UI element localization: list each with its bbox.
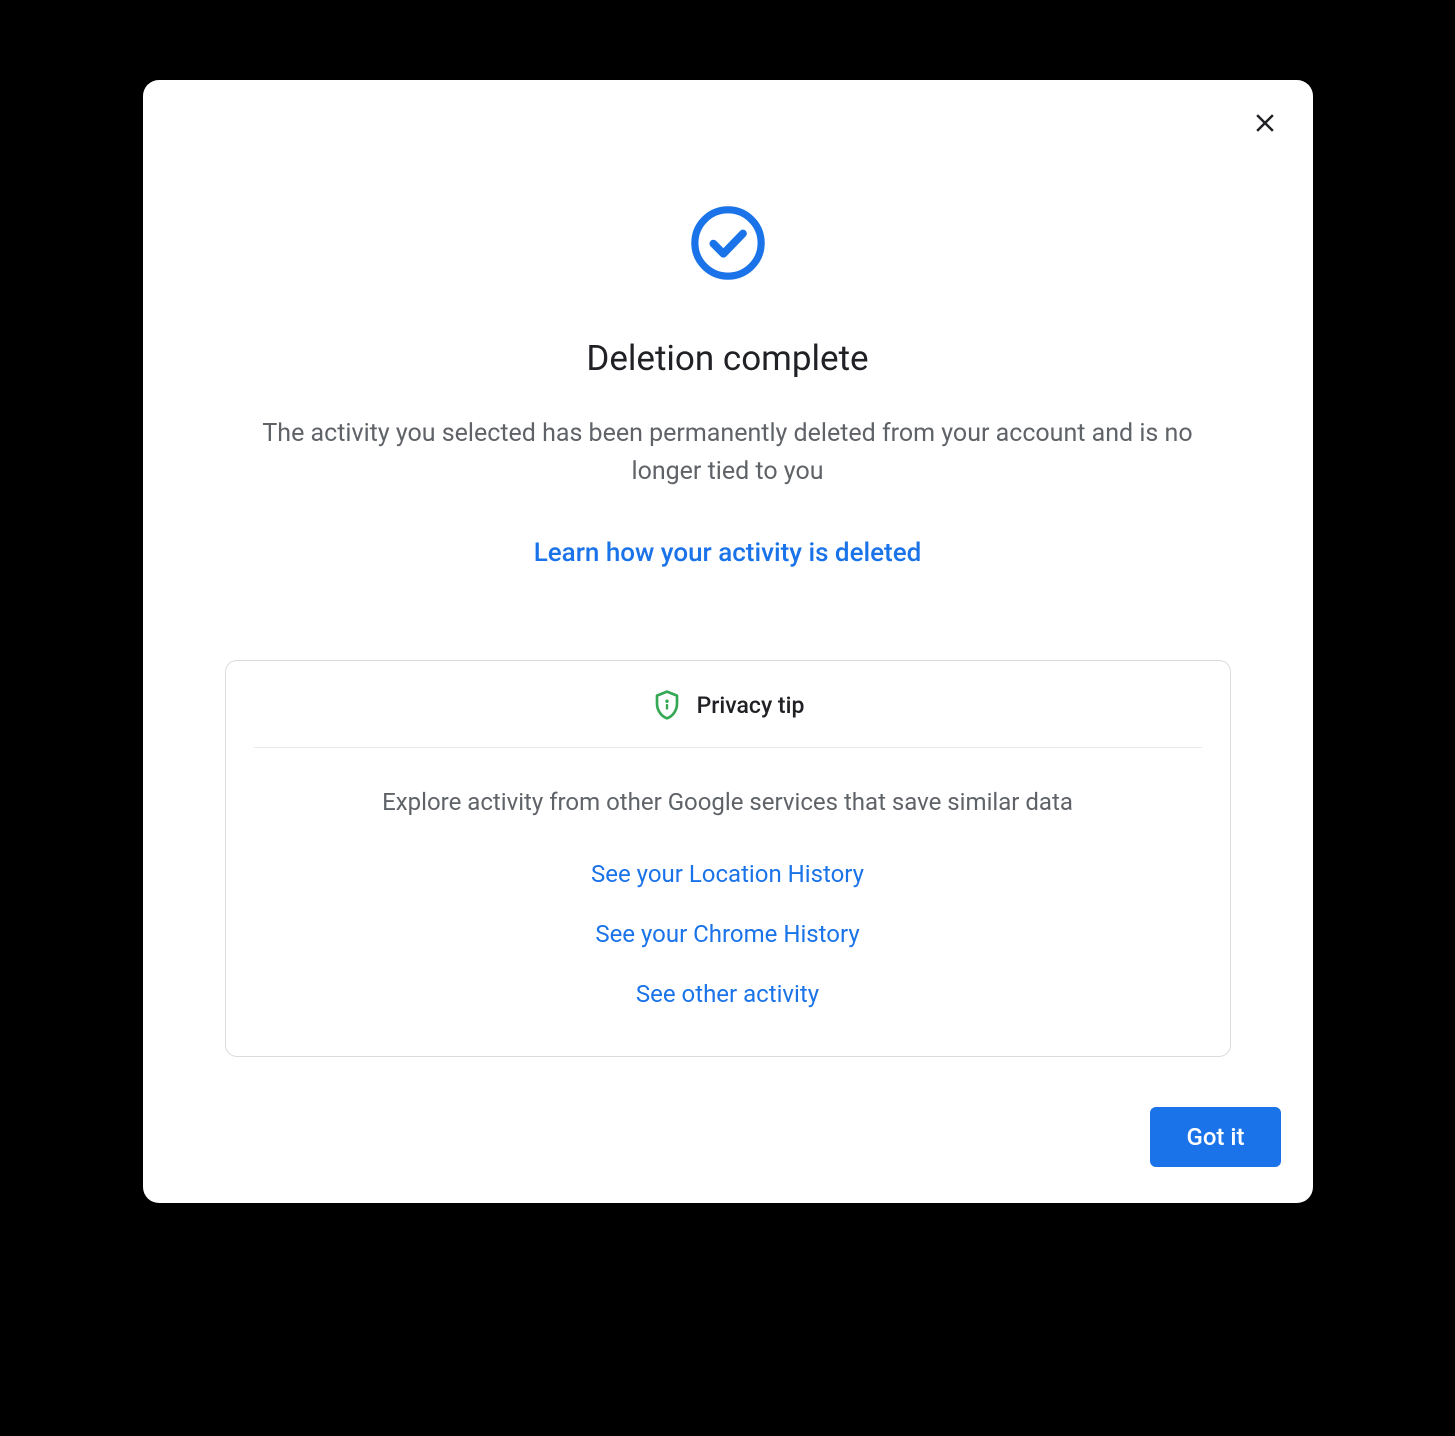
dialog-subtitle: The activity you selected has been perma… [217, 415, 1239, 490]
privacy-tip-header: Privacy tip [254, 661, 1202, 748]
link-location-history[interactable]: See your Location History [591, 860, 864, 888]
link-chrome-history[interactable]: See your Chrome History [595, 920, 859, 948]
close-icon [1250, 108, 1280, 141]
shield-icon [651, 689, 683, 721]
deletion-complete-dialog: Deletion complete The activity you selec… [143, 80, 1313, 1203]
link-other-activity[interactable]: See other activity [636, 980, 819, 1008]
dialog-footer: Got it [167, 1107, 1289, 1167]
learn-link[interactable]: Learn how your activity is deleted [534, 538, 922, 568]
close-button[interactable] [1241, 100, 1289, 148]
dialog-content: Deletion complete The activity you selec… [167, 104, 1289, 1057]
got-it-button[interactable]: Got it [1150, 1107, 1280, 1167]
check-circle-icon [689, 204, 767, 282]
dialog-title: Deletion complete [217, 338, 1239, 379]
privacy-tip-description: Explore activity from other Google servi… [266, 788, 1190, 816]
privacy-tip-body: Explore activity from other Google servi… [226, 748, 1230, 1056]
privacy-tip-title: Privacy tip [697, 692, 805, 719]
privacy-tip-card: Privacy tip Explore activity from other … [225, 660, 1231, 1057]
privacy-tip-links: See your Location History See your Chrom… [266, 860, 1190, 1008]
